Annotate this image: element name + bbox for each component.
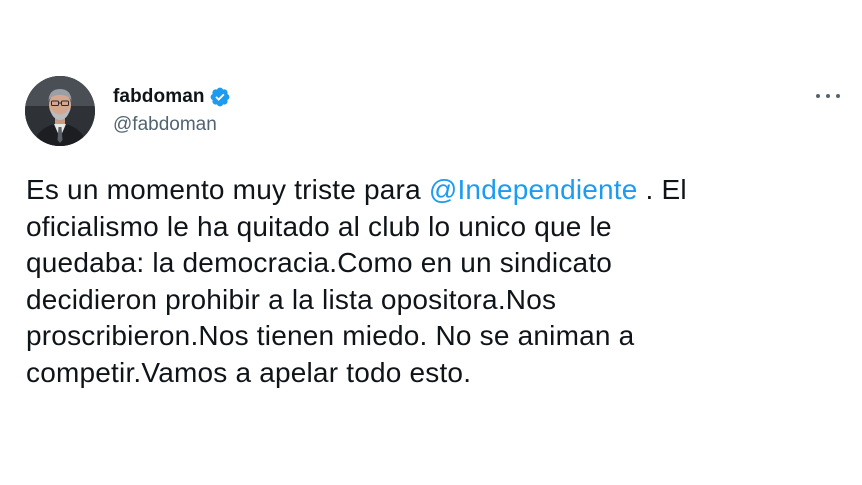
tweet-text-segment: . El: [637, 174, 687, 205]
more-options-icon[interactable]: [816, 86, 840, 106]
author-name-row[interactable]: fabdoman: [113, 85, 231, 109]
tweet-line: decidieron prohibir a la lista opositora…: [26, 283, 557, 315]
tweet-line: oficialismo le ha quitado al club lo uni…: [26, 210, 612, 242]
tweet-line: competir.Vamos a apelar todo esto.: [26, 356, 472, 388]
avatar-portrait-icon: [25, 76, 95, 146]
avatar[interactable]: [25, 76, 95, 146]
author-display-name[interactable]: fabdoman: [113, 86, 205, 108]
tweet-text: Es un momento muy triste para @Independi…: [26, 172, 826, 391]
verified-badge-icon: [209, 86, 231, 108]
author-handle[interactable]: @fabdoman: [113, 114, 217, 136]
tweet-text-segment: Es un momento muy triste para: [26, 174, 429, 205]
tweet-line: Es un momento muy triste para @Independi…: [26, 172, 826, 209]
tweet-card: fabdoman @fabdoman Es un momento muy tri…: [0, 0, 862, 485]
tweet-line: proscribieron.Nos tienen miedo. No se an…: [26, 320, 635, 351]
mention-link[interactable]: @Independiente: [429, 174, 638, 205]
tweet-line: quedaba: la democracia.Como en un sindic…: [26, 247, 613, 278]
